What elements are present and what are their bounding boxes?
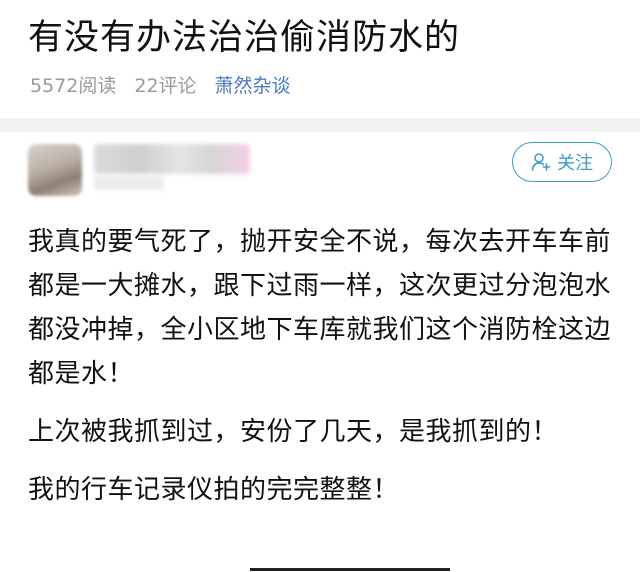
section-divider	[0, 118, 640, 132]
post-meta: 5572阅读 22评论 萧然杂谈	[30, 72, 309, 100]
content-paragraph: 上次被我抓到过，安份了几天，是我抓到的！	[28, 417, 559, 447]
content-paragraph: 我的行车记录仪拍的完完整整！	[28, 475, 400, 505]
post-content: 我真的要气死了，抛开安全不说，每次去开车车前都是一大摊水，跟下过雨一样，这次更过…	[28, 220, 622, 526]
author-info-blurred	[94, 176, 164, 190]
follow-label: 关注	[557, 153, 593, 174]
avatar[interactable]	[28, 144, 82, 196]
follow-button[interactable]: 关注	[512, 142, 612, 182]
post-title: 有没有办法治治偷消防水的	[28, 18, 461, 58]
read-count: 5572阅读	[30, 75, 117, 97]
category-link[interactable]: 萧然杂谈	[215, 72, 291, 100]
author-name-blurred[interactable]	[94, 144, 250, 174]
add-user-icon	[531, 153, 551, 171]
comment-count[interactable]: 22评论	[134, 72, 196, 100]
content-paragraph: 我真的要气死了，抛开安全不说，每次去开车车前都是一大摊水，跟下过雨一样，这次更过…	[28, 227, 612, 389]
home-indicator	[250, 568, 450, 571]
